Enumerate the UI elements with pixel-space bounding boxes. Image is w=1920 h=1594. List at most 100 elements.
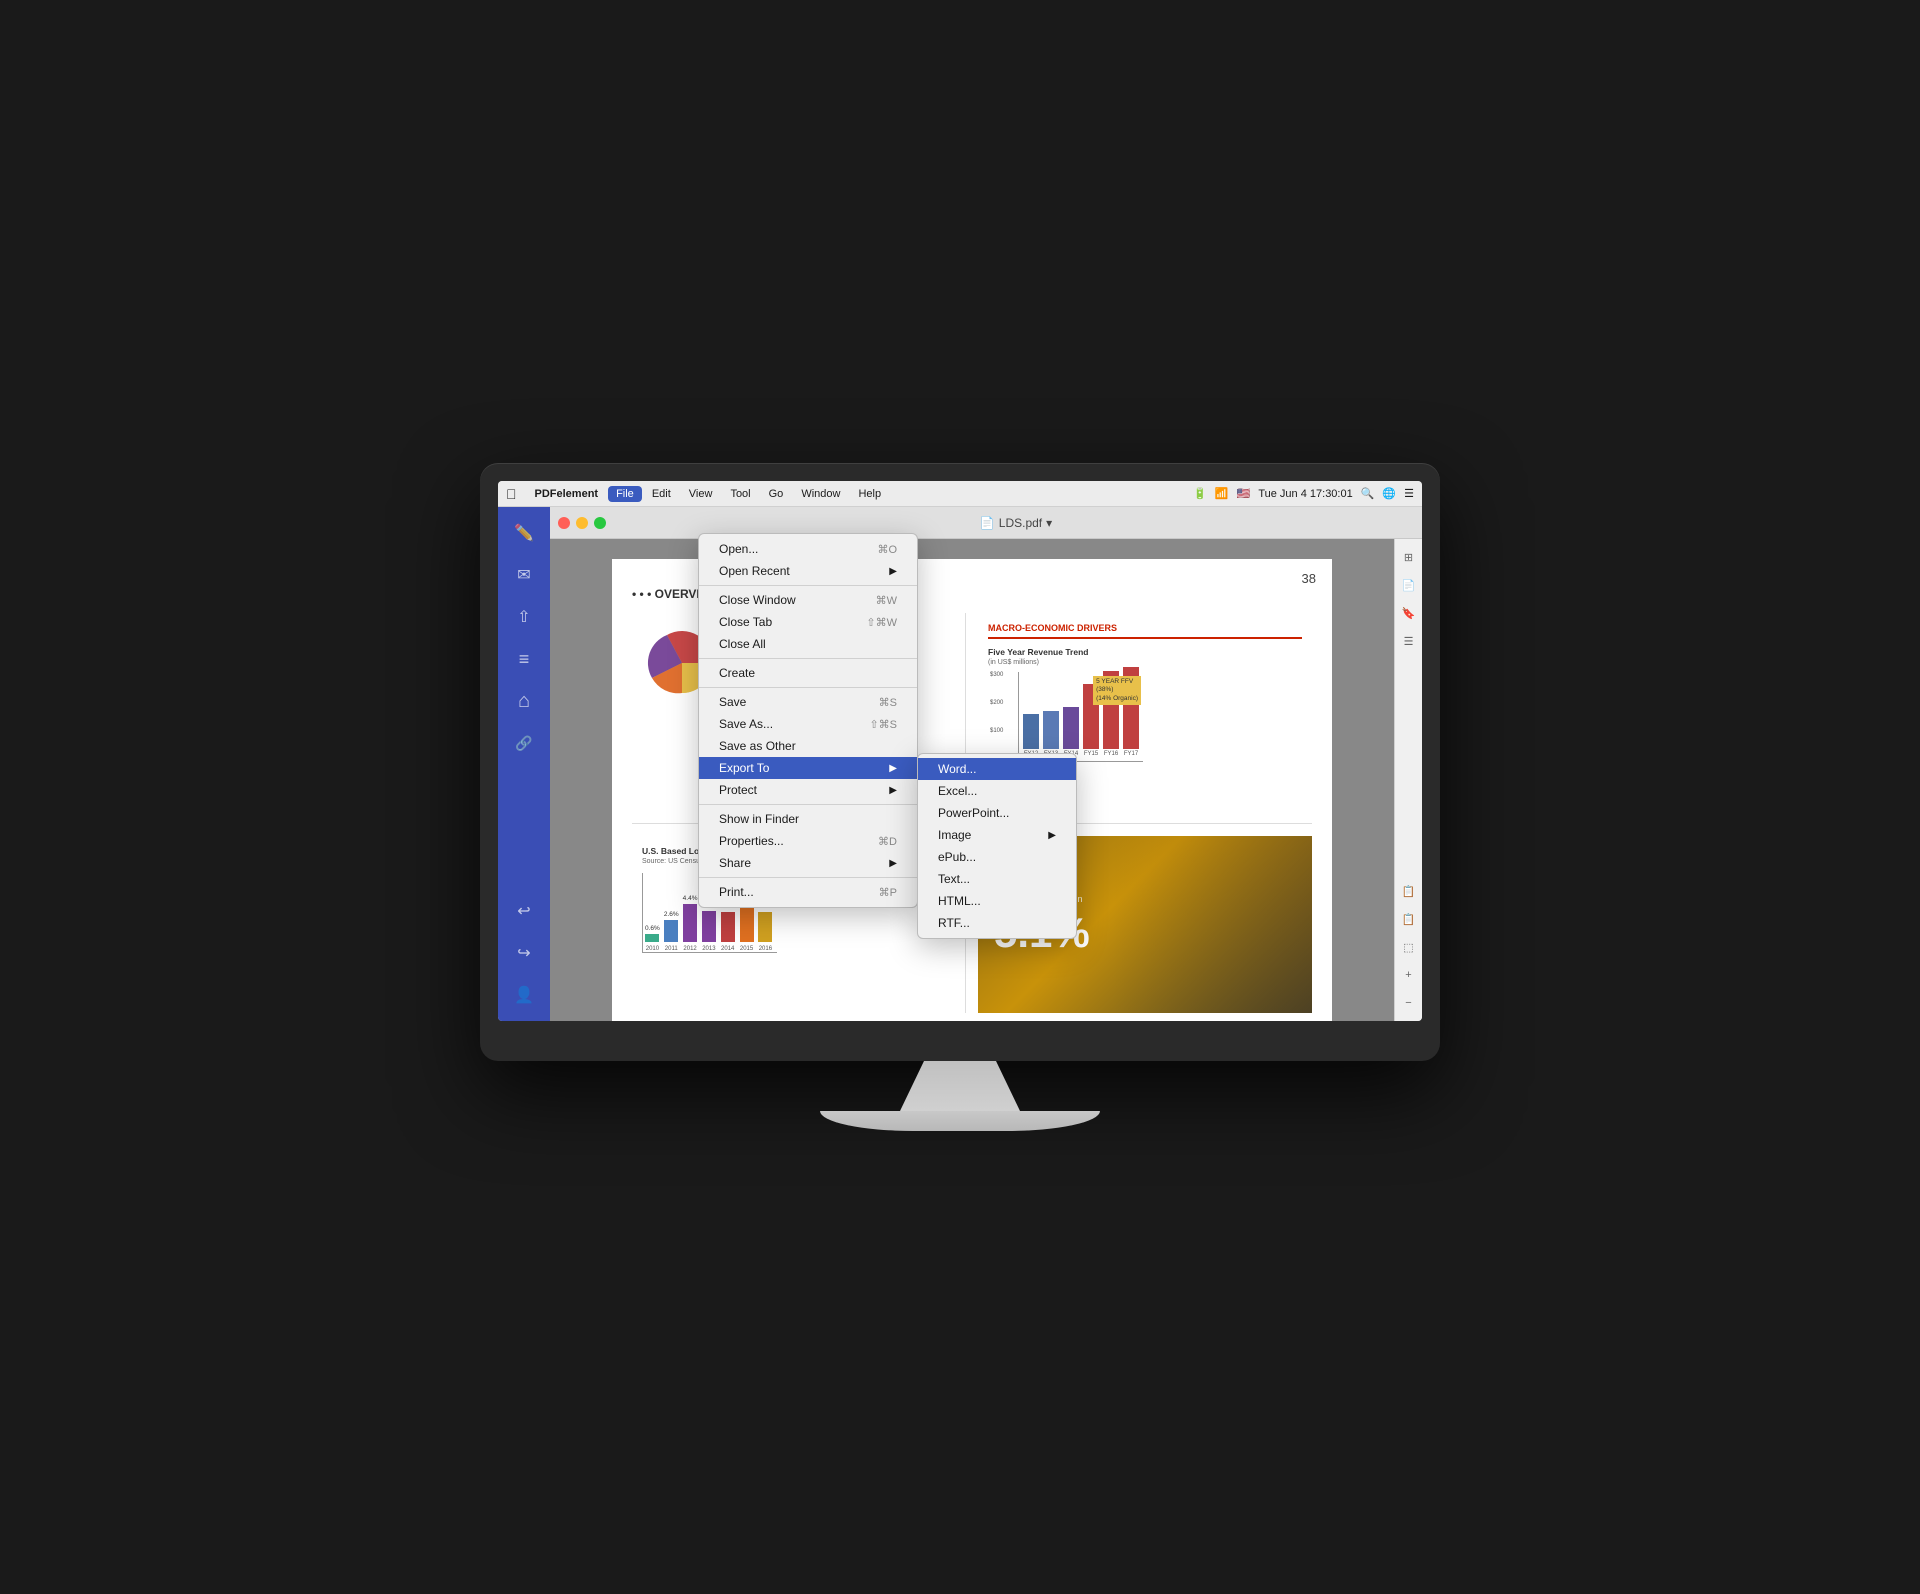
submenu-excel-label: Excel... bbox=[938, 784, 977, 798]
sidebar-text-icon[interactable]: ≡ bbox=[506, 641, 542, 677]
submenu-powerpoint-label: PowerPoint... bbox=[938, 806, 1009, 820]
monitor-stand-neck bbox=[900, 1061, 1020, 1111]
menubar-pdfelement[interactable]: PDFelement bbox=[527, 486, 607, 502]
separator-5 bbox=[699, 877, 917, 878]
menubar:  PDFelement File Edit View Tool Go Wind… bbox=[498, 481, 1422, 507]
sidebar-redo-icon[interactable]: ↪ bbox=[506, 935, 542, 971]
menu-save-as[interactable]: Save As... ⇧⌘S bbox=[699, 713, 917, 735]
tabbar: 📄 LDS.pdf ▾ bbox=[550, 507, 1422, 539]
submenu-text-label: Text... bbox=[938, 872, 970, 886]
sidebar-home-icon[interactable]: ⌂ bbox=[506, 683, 542, 719]
sidebar-mail-icon[interactable]: ✉ bbox=[506, 557, 542, 593]
right-panel-plus-icon[interactable]: + bbox=[1399, 965, 1419, 985]
menu-open-label: Open... bbox=[719, 542, 758, 556]
pdf-icon: 📄 bbox=[980, 516, 995, 530]
menu-close-all[interactable]: Close All bbox=[699, 633, 917, 655]
menu-save[interactable]: Save ⌘S bbox=[699, 691, 917, 713]
tab-chevron-icon[interactable]: ▾ bbox=[1046, 516, 1052, 530]
maximize-button[interactable] bbox=[594, 517, 606, 529]
submenu-excel[interactable]: Excel... bbox=[918, 780, 1076, 802]
menu-share-arrow: ▶ bbox=[889, 858, 897, 869]
sidebar-share-icon[interactable]: ⇧ bbox=[506, 599, 542, 635]
sidebar: ✏️ ✉ ⇧ ≡ ⌂ 🔗 ↩ ↪ 👤 bbox=[498, 507, 550, 1021]
file-menu[interactable]: Open... ⌘O Open Recent ▶ Close Window ⌘W bbox=[698, 533, 918, 908]
menu-print[interactable]: Print... ⌘P bbox=[699, 881, 917, 903]
bar-label-2014: 2014 bbox=[721, 946, 734, 952]
bar-label-2016: 2016 bbox=[759, 946, 772, 952]
menubar-file[interactable]: File bbox=[608, 486, 642, 502]
apple-menu-icon[interactable]:  bbox=[506, 486, 517, 502]
bar-2014: 3.5% 2014 bbox=[720, 903, 735, 952]
submenu-text[interactable]: Text... bbox=[918, 868, 1076, 890]
menu-close-window-label: Close Window bbox=[719, 593, 796, 607]
menu-protect-label: Protect bbox=[719, 783, 757, 797]
menu-open-recent-label: Open Recent bbox=[719, 564, 790, 578]
screen:  PDFelement File Edit View Tool Go Wind… bbox=[498, 481, 1422, 1021]
sidebar-link-icon[interactable]: 🔗 bbox=[506, 725, 542, 761]
tab-filename-text: LDS.pdf bbox=[999, 516, 1042, 530]
export-submenu[interactable]: Word... Excel... PowerPoint... bbox=[917, 753, 1077, 939]
menu-show-finder[interactable]: Show in Finder bbox=[699, 808, 917, 830]
menubar-tool[interactable]: Tool bbox=[722, 486, 758, 502]
tab-filename[interactable]: 📄 LDS.pdf ▾ bbox=[980, 516, 1052, 530]
menubar-view[interactable]: View bbox=[681, 486, 721, 502]
menubar-right: 🔋 📶 🇺🇸 Tue Jun 4 17:30:01 🔍 🌐 ☰ bbox=[1193, 487, 1414, 500]
menubar-go[interactable]: Go bbox=[761, 486, 792, 502]
menu-create[interactable]: Create bbox=[699, 662, 917, 684]
menu-export-arrow: ▶ bbox=[889, 763, 897, 774]
right-panel-page-icon[interactable]: 📄 bbox=[1399, 575, 1419, 595]
submenu-epub[interactable]: ePub... bbox=[918, 846, 1076, 868]
menu-open-recent[interactable]: Open Recent ▶ bbox=[699, 560, 917, 582]
right-panel-bookmark-icon[interactable]: 🔖 bbox=[1399, 603, 1419, 623]
bar-label-2010: 2010 bbox=[646, 946, 659, 952]
fy17-worker-decoration bbox=[1112, 836, 1312, 1014]
right-panel-next-icon[interactable]: 📋 bbox=[1399, 909, 1419, 929]
bar-label-2015: 2015 bbox=[740, 946, 753, 952]
menu-save-as-label: Save As... bbox=[719, 717, 773, 731]
menu-properties[interactable]: Properties... ⌘D bbox=[699, 830, 917, 852]
right-panel-scan-icon[interactable]: ⬚ bbox=[1399, 937, 1419, 957]
menu-save-other-label: Save as Other bbox=[719, 739, 796, 753]
bar-value-2011: 2.6% bbox=[664, 911, 679, 918]
menu-export-to[interactable]: Export To ▶ Word... Excel... bbox=[699, 757, 917, 779]
menu-open[interactable]: Open... ⌘O bbox=[699, 538, 917, 560]
menubar-window[interactable]: Window bbox=[793, 486, 848, 502]
submenu-rtf[interactable]: RTF... bbox=[918, 912, 1076, 934]
menu-close-tab[interactable]: Close Tab ⇧⌘W bbox=[699, 611, 917, 633]
menubar-wifi-icon: 🔋 bbox=[1193, 487, 1207, 500]
menubar-search-icon[interactable]: 🔍 bbox=[1361, 487, 1375, 500]
separator-2 bbox=[699, 658, 917, 659]
right-panel-list-icon[interactable]: ☰ bbox=[1399, 631, 1419, 651]
minimize-button[interactable] bbox=[576, 517, 588, 529]
menubar-help[interactable]: Help bbox=[850, 486, 889, 502]
menu-open-recent-arrow: ▶ bbox=[889, 566, 897, 577]
menu-share[interactable]: Share ▶ bbox=[699, 852, 917, 874]
submenu-powerpoint[interactable]: PowerPoint... bbox=[918, 802, 1076, 824]
sidebar-undo-icon[interactable]: ↩ bbox=[506, 893, 542, 929]
right-panel-prev-icon[interactable]: 📋 bbox=[1399, 881, 1419, 901]
menu-save-shortcut: ⌘S bbox=[879, 696, 897, 709]
macos-window:  PDFelement File Edit View Tool Go Wind… bbox=[498, 481, 1422, 1021]
close-button[interactable] bbox=[558, 517, 570, 529]
menu-protect[interactable]: Protect ▶ bbox=[699, 779, 917, 801]
menubar-globe-icon[interactable]: 🌐 bbox=[1382, 487, 1396, 500]
submenu-word-label: Word... bbox=[938, 762, 976, 776]
menu-show-finder-label: Show in Finder bbox=[719, 812, 799, 826]
submenu-word[interactable]: Word... bbox=[918, 758, 1076, 780]
menu-properties-shortcut: ⌘D bbox=[878, 835, 897, 848]
right-panel-minus-icon[interactable]: − bbox=[1399, 993, 1419, 1013]
submenu-image[interactable]: Image ▶ bbox=[918, 824, 1076, 846]
sidebar-user-icon[interactable]: 👤 bbox=[506, 977, 542, 1013]
submenu-html[interactable]: HTML... bbox=[918, 890, 1076, 912]
menu-export-to-label: Export To bbox=[719, 761, 769, 775]
separator-3 bbox=[699, 687, 917, 688]
menu-save-other[interactable]: Save as Other bbox=[699, 735, 917, 757]
y-label-200: $200 bbox=[990, 700, 1003, 706]
menu-open-shortcut: ⌘O bbox=[877, 543, 897, 556]
right-panel-grid-icon[interactable]: ⊞ bbox=[1399, 547, 1419, 567]
monitor-stand-base bbox=[820, 1111, 1100, 1131]
menubar-edit[interactable]: Edit bbox=[644, 486, 679, 502]
menu-close-window[interactable]: Close Window ⌘W bbox=[699, 589, 917, 611]
menubar-list-icon[interactable]: ☰ bbox=[1404, 487, 1414, 500]
sidebar-pencil-icon[interactable]: ✏️ bbox=[506, 515, 542, 551]
